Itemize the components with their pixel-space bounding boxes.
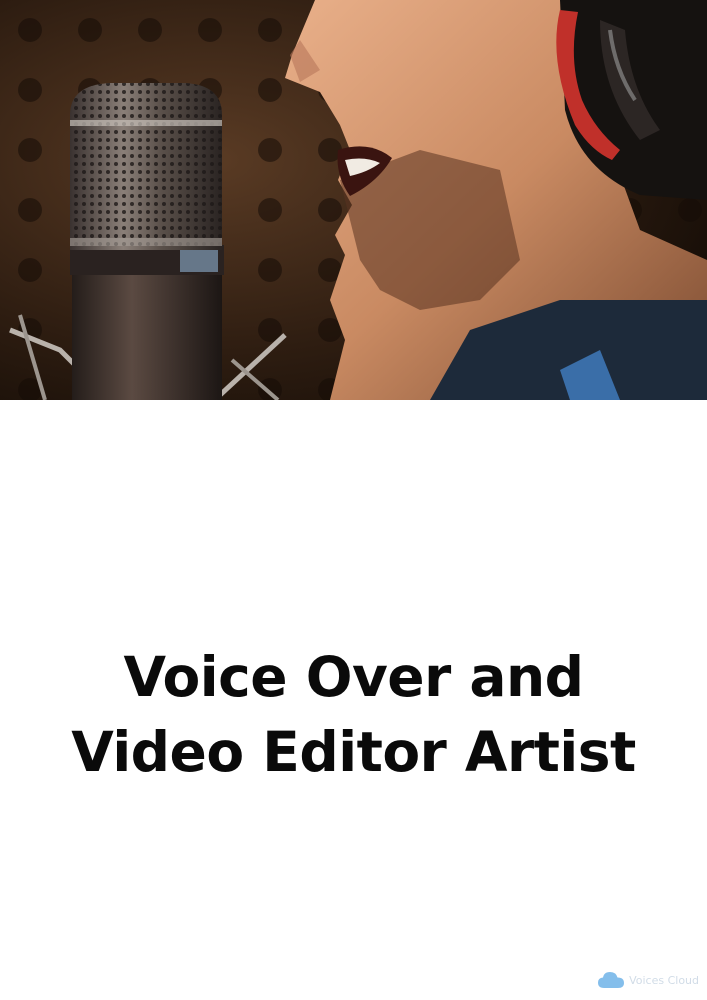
page-title: Voice Over and Video Editor Artist [0, 640, 707, 790]
watermark: Voices Cloud [597, 968, 699, 992]
title-line-1: Voice Over and [123, 645, 584, 709]
watermark-text: Voices Cloud [629, 973, 699, 987]
hero-photo [0, 0, 707, 400]
title-line-2: Video Editor Artist [71, 720, 636, 784]
cloud-icon [598, 972, 625, 988]
studio-illustration [0, 0, 707, 400]
